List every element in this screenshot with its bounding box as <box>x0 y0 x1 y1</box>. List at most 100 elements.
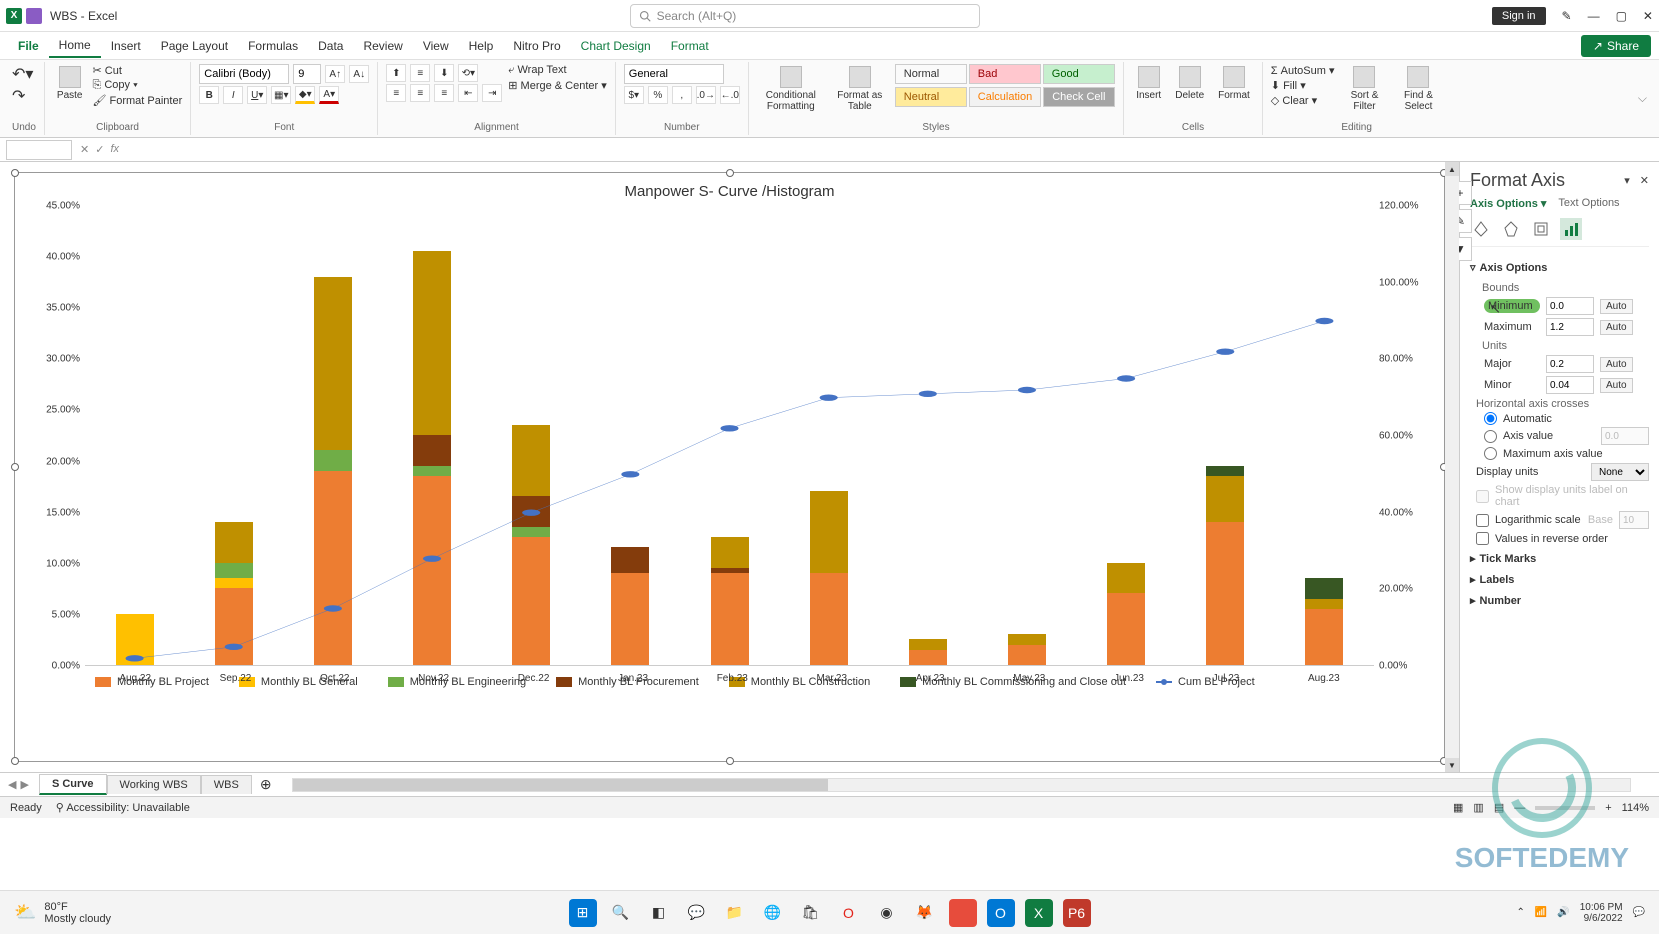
tab-data[interactable]: Data <box>308 35 353 57</box>
sort-filter-button[interactable]: Sort & Filter <box>1340 64 1388 114</box>
chart-handle[interactable] <box>11 757 19 765</box>
horizontal-scrollbar[interactable] <box>292 778 1631 792</box>
zoom-level[interactable]: 114% <box>1622 802 1649 814</box>
chart-plot-area[interactable]: 0.00%5.00%10.00%15.00%20.00%25.00%30.00%… <box>85 206 1374 666</box>
align-center-button[interactable]: ≡ <box>410 84 430 102</box>
tab-help[interactable]: Help <box>459 35 504 57</box>
vertical-scrollbar[interactable]: ▲ ▼ <box>1445 162 1459 772</box>
underline-button[interactable]: U▾ <box>247 86 267 104</box>
units-major-auto[interactable]: Auto <box>1600 357 1633 372</box>
text-options-tab[interactable]: Text Options <box>1558 197 1619 210</box>
enter-formula-icon[interactable]: ✓ <box>95 143 104 156</box>
status-accessibility[interactable]: ⚲ Accessibility: Unavailable <box>56 801 190 814</box>
save-icon[interactable] <box>26 8 42 24</box>
style-good[interactable]: Good <box>1043 64 1115 84</box>
tray-date[interactable]: 9/6/2022 <box>1580 913 1623 924</box>
format-painter-button[interactable]: 🖌 Format Painter <box>92 94 182 107</box>
tray-wifi-icon[interactable]: 📶 <box>1535 907 1547 918</box>
labels-section[interactable]: ▸ Labels <box>1470 569 1649 590</box>
share-button[interactable]: ↗ Share <box>1581 35 1651 57</box>
indent-dec-button[interactable]: ⇤ <box>458 84 478 102</box>
insert-cells-button[interactable]: Insert <box>1132 64 1165 103</box>
tab-insert[interactable]: Insert <box>101 35 151 57</box>
chart-handle[interactable] <box>726 757 734 765</box>
new-sheet-button[interactable]: ⊕ <box>260 776 272 793</box>
style-bad[interactable]: Bad <box>969 64 1041 84</box>
orientation-button[interactable]: ⟲▾ <box>458 64 478 82</box>
log-scale-check[interactable] <box>1476 514 1489 527</box>
chart-handle[interactable] <box>726 169 734 177</box>
indent-inc-button[interactable]: ⇥ <box>482 84 502 102</box>
crosses-value-radio[interactable] <box>1484 430 1497 443</box>
search-box[interactable]: Search (Alt+Q) <box>630 4 980 28</box>
maximize-button[interactable]: ▢ <box>1616 9 1627 23</box>
pane-close-icon[interactable]: ✕ <box>1640 174 1649 187</box>
italic-button[interactable]: I <box>223 86 243 104</box>
crosses-max-radio[interactable] <box>1484 447 1497 460</box>
cancel-formula-icon[interactable]: ✕ <box>80 143 89 156</box>
pane-options-icon[interactable]: ▾ <box>1624 174 1630 187</box>
tab-chart-design[interactable]: Chart Design <box>571 35 661 57</box>
taskbar-chat-icon[interactable]: 💬 <box>683 899 711 927</box>
tray-chevron-icon[interactable]: ⌃ <box>1516 907 1524 918</box>
conditional-formatting-button[interactable]: Conditional Formatting <box>757 64 825 114</box>
units-minor-auto[interactable]: Auto <box>1600 378 1633 393</box>
taskbar-firefox-icon[interactable]: 🦊 <box>911 899 939 927</box>
delete-cells-button[interactable]: Delete <box>1171 64 1208 103</box>
y-axis-right[interactable]: 0.00%20.00%40.00%60.00%80.00%100.00%120.… <box>1379 206 1434 666</box>
tab-formulas[interactable]: Formulas <box>238 35 308 57</box>
x-axis[interactable]: Aug.22Sep.22Oct.22Nov.22Dec.22Jan.23Feb.… <box>85 673 1374 684</box>
minimize-button[interactable]: — <box>1588 9 1600 23</box>
font-family-select[interactable] <box>199 64 289 84</box>
bounds-max-input[interactable] <box>1546 318 1594 336</box>
sheet-tab-working[interactable]: Working WBS <box>107 775 201 794</box>
formula-input[interactable] <box>127 140 1653 160</box>
sheet-tab-wbs[interactable]: WBS <box>201 775 252 794</box>
zoom-in-button[interactable]: + <box>1605 802 1611 814</box>
axis-options-section[interactable]: ▿ Axis Options <box>1470 257 1649 278</box>
font-color-button[interactable]: A▾ <box>319 86 339 104</box>
crosses-automatic-radio[interactable] <box>1484 412 1497 425</box>
align-left-button[interactable]: ≡ <box>386 84 406 102</box>
wrap-text-button[interactable]: ⤶ Wrap Text <box>508 64 607 77</box>
fill-color-button[interactable]: ◆▾ <box>295 86 315 104</box>
tab-format[interactable]: Format <box>661 35 719 57</box>
chart-object[interactable]: + ✎ ▼ Manpower S- Curve /Histogram 0.00%… <box>14 172 1445 762</box>
bounds-min-auto[interactable]: Auto <box>1600 299 1633 314</box>
sheet-nav-prev[interactable]: ◀ <box>8 778 16 791</box>
copy-button[interactable]: ⎘ Copy ▾ <box>92 79 182 92</box>
close-button[interactable]: ✕ <box>1643 9 1653 23</box>
taskbar-start-icon[interactable]: ⊞ <box>569 899 597 927</box>
display-units-select[interactable]: None <box>1591 463 1649 481</box>
align-top-button[interactable]: ⬆ <box>386 64 406 82</box>
paste-button[interactable]: Paste <box>53 64 87 103</box>
sheet-nav-next[interactable]: ▶ <box>20 778 28 791</box>
sheet-tab-s-curve[interactable]: S Curve <box>39 774 107 795</box>
increase-font-button[interactable]: A↑ <box>325 65 345 83</box>
y-axis-left[interactable]: 0.00%5.00%10.00%15.00%20.00%25.00%30.00%… <box>30 206 80 666</box>
view-layout-icon[interactable]: ▥ <box>1473 801 1483 814</box>
zoom-slider[interactable] <box>1535 806 1595 810</box>
chart-title[interactable]: Manpower S- Curve /Histogram <box>15 173 1444 206</box>
number-section[interactable]: ▸ Number <box>1470 590 1649 611</box>
tray-notifications-icon[interactable]: 💬 <box>1633 907 1645 918</box>
taskbar-taskview-icon[interactable]: ◧ <box>645 899 673 927</box>
style-calculation[interactable]: Calculation <box>969 87 1041 107</box>
autosum-button[interactable]: Σ AutoSum ▾ <box>1271 64 1335 77</box>
taskbar-p6-icon[interactable]: P6 <box>1063 899 1091 927</box>
reverse-check[interactable] <box>1476 532 1489 545</box>
decrease-font-button[interactable]: A↓ <box>349 65 369 83</box>
bounds-max-auto[interactable]: Auto <box>1600 320 1633 335</box>
find-select-button[interactable]: Find & Select <box>1394 64 1442 114</box>
view-normal-icon[interactable]: ▦ <box>1453 801 1463 814</box>
style-normal[interactable]: Normal <box>895 64 967 84</box>
font-size-select[interactable] <box>293 64 321 84</box>
name-box[interactable] <box>6 140 72 160</box>
taskbar-outlook-icon[interactable]: O <box>987 899 1015 927</box>
number-format-select[interactable] <box>624 64 724 84</box>
taskbar-search-icon[interactable]: 🔍 <box>607 899 635 927</box>
tab-nitro[interactable]: Nitro Pro <box>503 35 570 57</box>
tab-file[interactable]: File <box>8 35 49 57</box>
fill-button[interactable]: ⬇ Fill ▾ <box>1271 79 1335 92</box>
tray-time[interactable]: 10:06 PM <box>1580 902 1623 913</box>
